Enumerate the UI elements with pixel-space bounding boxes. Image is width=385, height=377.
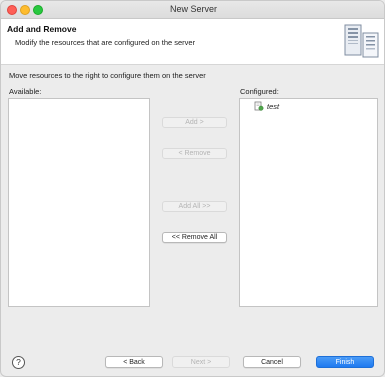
available-label: Available: [9,87,42,96]
help-button[interactable]: ? [12,356,25,369]
instruction-text: Move resources to the right to configure… [9,71,206,80]
page-title: Add and Remove [7,24,77,34]
remove-all-button[interactable]: << Remove All [162,232,227,243]
configured-label: Configured: [240,87,279,96]
project-icon [254,101,264,111]
wizard-banner: Add and Remove Modify the resources that… [1,19,384,65]
configured-list[interactable]: test [239,98,378,307]
configured-item-label: test [267,101,280,111]
finish-button[interactable]: Finish [316,356,374,368]
configured-item-test[interactable]: test [254,101,279,111]
cancel-button[interactable]: Cancel [243,356,301,368]
server-graphic-icon [344,24,379,58]
window-title: New Server [169,4,217,14]
available-list[interactable] [8,98,150,307]
new-server-dialog: New Server Add and Remove Modify the res… [0,0,385,377]
add-button[interactable]: Add > [162,117,227,128]
page-description: Modify the resources that are configured… [15,38,196,47]
add-all-button[interactable]: Add All >> [162,201,227,212]
next-button[interactable]: Next > [172,356,230,368]
back-button[interactable]: < Back [105,356,163,368]
remove-button[interactable]: < Remove [162,148,227,159]
title-bar[interactable]: New Server [1,1,384,19]
